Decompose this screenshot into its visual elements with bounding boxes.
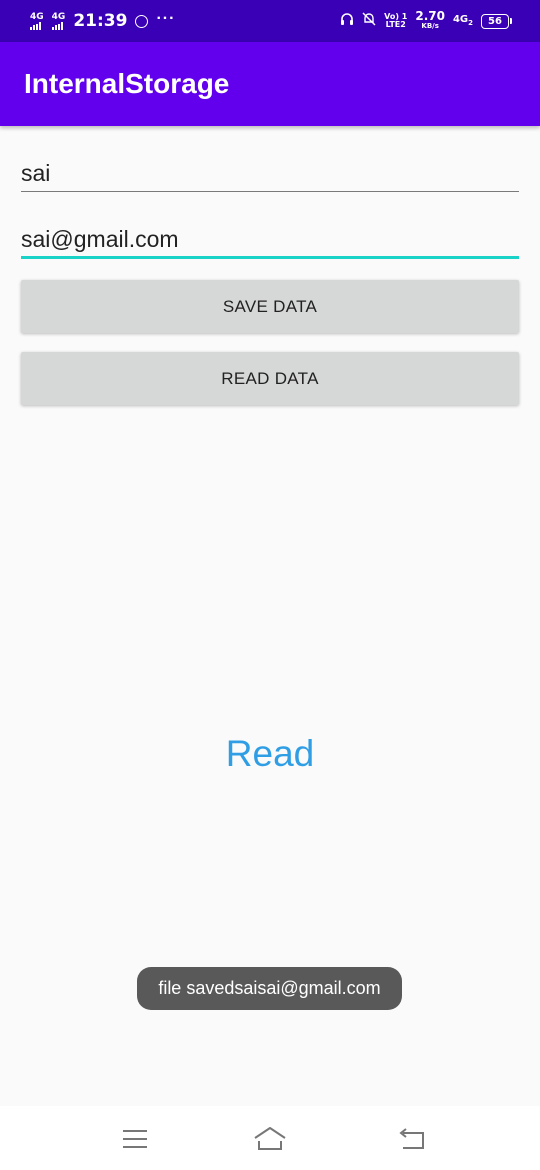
back-icon[interactable]: [395, 1124, 429, 1154]
email-field-value: sai@gmail.com: [21, 226, 179, 252]
battery-icon: 56: [481, 13, 512, 29]
save-data-button[interactable]: SAVE DATA: [21, 280, 519, 333]
sim1-signal-icon: 4G: [30, 11, 44, 30]
name-field-underline: [21, 191, 519, 192]
read-result-text: Read: [225, 733, 315, 774]
name-field-value: sai: [21, 160, 51, 186]
sim2-label: 4G: [51, 11, 66, 22]
navigation-bar: [0, 1106, 540, 1170]
status-left: 4G 4G 21:39 ···: [30, 10, 176, 31]
home-icon[interactable]: [253, 1124, 287, 1154]
more-notifications-icon: ···: [156, 10, 176, 27]
toast-text: file savedsaisai@gmail.com: [158, 978, 381, 998]
app-bar: InternalStorage: [0, 42, 540, 126]
status-time: 21:39: [73, 11, 128, 31]
network-type: 4G: [452, 13, 469, 25]
headphones-icon: [340, 12, 354, 31]
volte-bottom: LTE2: [385, 20, 406, 29]
battery-level: 56: [481, 13, 509, 29]
network-type-icon: 4G2: [452, 13, 473, 28]
sim2-signal-icon: 4G: [51, 11, 66, 30]
app-title: InternalStorage: [24, 68, 230, 99]
email-field-underline: [21, 256, 519, 259]
speed-value: 2.70: [415, 9, 445, 23]
read-data-button[interactable]: READ DATA: [21, 352, 519, 405]
whatsapp-icon: [135, 14, 149, 28]
network-speed: 2.70 KB/s: [415, 9, 445, 31]
volte-icon: Vo) 1 LTE2: [384, 13, 407, 29]
sim1-label: 4G: [30, 11, 44, 22]
status-bar: 4G 4G 21:39 ··· Vo) 1 LTE2 2.70 KB/s 4G2: [0, 0, 540, 42]
mute-bell-icon: [362, 12, 376, 31]
email-field[interactable]: sai@gmail.com: [21, 226, 519, 260]
toast-message: file savedsaisai@gmail.com: [137, 967, 402, 1010]
speed-unit: KB/s: [421, 22, 439, 30]
name-field[interactable]: sai: [21, 160, 519, 194]
status-right: Vo) 1 LTE2 2.70 KB/s 4G2 56: [340, 9, 512, 31]
network-sub: 2: [468, 18, 473, 27]
menu-icon[interactable]: [118, 1124, 152, 1154]
